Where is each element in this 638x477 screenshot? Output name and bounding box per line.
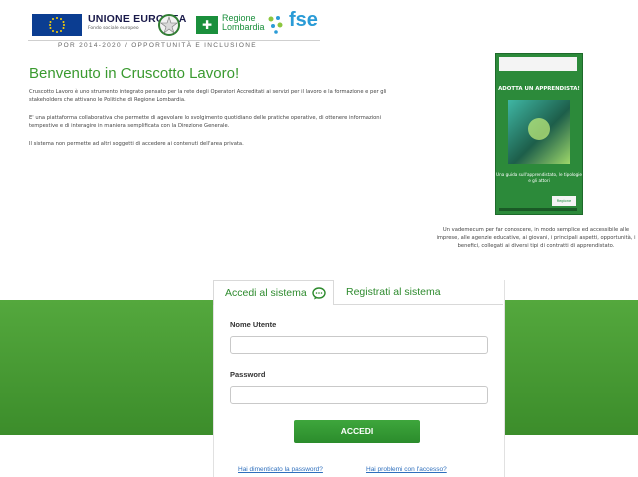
brochure-image bbox=[508, 100, 570, 164]
brochure-regione-logo: Regione Lombardia bbox=[552, 196, 576, 213]
brochure-logo-strip bbox=[499, 57, 577, 71]
forgot-password-link[interactable]: Hai dimenticato la password? bbox=[238, 466, 323, 473]
intro-paragraph: Cruscotto Lavoro è uno strumento integra… bbox=[29, 89, 387, 103]
eu-flag-logo bbox=[32, 14, 82, 36]
username-label: Nome Utente bbox=[230, 320, 277, 329]
access-help-link[interactable]: Hai problemi con l'accesso? bbox=[366, 466, 447, 473]
apprenticeship-brochure[interactable]: ADOTTA UN APPRENDISTA! Una guida sull'ap… bbox=[495, 53, 583, 215]
access-notice-paragraph: Il sistema non permette ad altri soggett… bbox=[29, 141, 244, 147]
regione-lombardia-text: Regione Lombardia bbox=[222, 13, 265, 32]
password-input[interactable] bbox=[230, 386, 488, 404]
regione-lombardia-logo: ✚ bbox=[196, 16, 218, 34]
star-emblem-icon bbox=[158, 14, 180, 36]
tab-login[interactable]: Accedi al sistema bbox=[213, 280, 334, 305]
brochure-title: ADOTTA UN APPRENDISTA! bbox=[498, 86, 580, 92]
eu-subtitle: Fondo sociale europeo bbox=[88, 26, 139, 31]
tab-register[interactable]: Registrati al sistema bbox=[346, 286, 441, 298]
header-divider bbox=[28, 40, 320, 41]
platform-paragraph: E' una piattaforma collaborativa che per… bbox=[29, 115, 382, 129]
password-label: Password bbox=[230, 370, 266, 379]
page-title: Benvenuto in Cruscotto Lavoro! bbox=[29, 65, 240, 82]
italian-republic-emblem bbox=[158, 14, 180, 36]
program-tagline: POR 2014-2020 / OPPORTUNITÀ E INCLUSIONE bbox=[58, 42, 257, 49]
tab-login-label: Accedi al sistema bbox=[225, 287, 307, 299]
username-input[interactable] bbox=[230, 336, 488, 354]
brochure-subtitle: Una guida sull'apprendistato, le tipolog… bbox=[496, 172, 582, 183]
fse-logo-icon bbox=[265, 13, 287, 35]
chat-bubble-icon bbox=[312, 287, 326, 300]
fse-logo-text: fse bbox=[289, 9, 318, 31]
login-button[interactable]: ACCEDI bbox=[294, 420, 420, 443]
eu-stars-icon bbox=[32, 14, 82, 36]
brochure-caption: Un vademecum per far conoscere, in modo … bbox=[436, 227, 636, 249]
